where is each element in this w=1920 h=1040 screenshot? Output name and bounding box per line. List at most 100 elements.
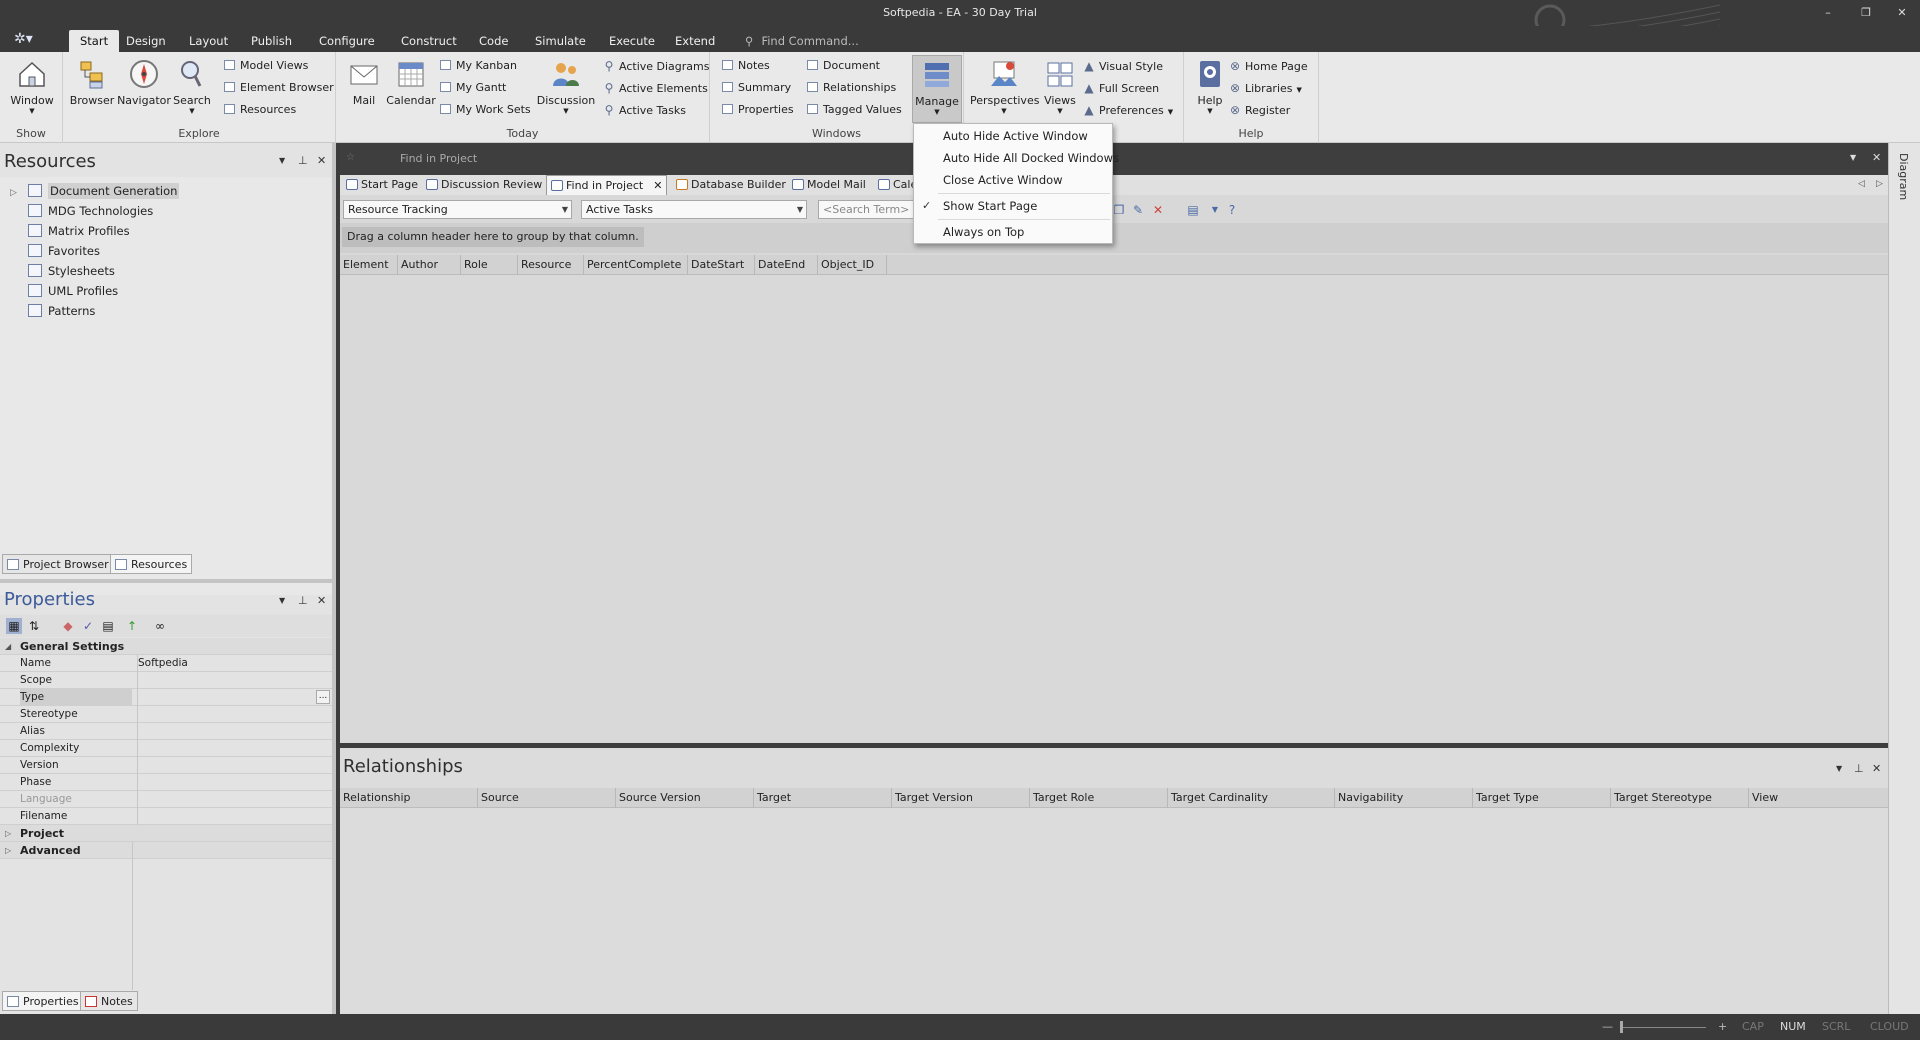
property-row-scope[interactable]: Scope (0, 672, 332, 689)
menu-tab-code[interactable]: Code (468, 30, 519, 52)
search-button[interactable]: Search ▼ (171, 58, 213, 115)
diagram-side-tab[interactable]: Diagram (1897, 153, 1910, 200)
edit-icon[interactable]: ✎ (1130, 202, 1146, 218)
property-value[interactable] (137, 723, 332, 740)
column-header-target[interactable]: Target (754, 788, 892, 808)
summary-button[interactable]: Summary (722, 79, 791, 97)
window-list-icon[interactable]: ☆ (346, 152, 355, 163)
tree-item-uml-profiles[interactable]: UML Profiles (10, 281, 118, 301)
chevron-down-icon[interactable]: ▼ (1207, 202, 1223, 218)
check-icon[interactable]: ✓ (80, 618, 96, 634)
minimize-button[interactable]: – (1816, 4, 1840, 22)
active-diagrams-button[interactable]: ⚲ Active Diagrams (602, 57, 710, 75)
column-header-object-id[interactable]: Object_ID (818, 255, 887, 275)
resources-button[interactable]: Resources (224, 101, 296, 119)
property-row-complexity[interactable]: Complexity (0, 740, 332, 757)
doc-tab-find-in-project[interactable]: Find in Project ✕ (546, 175, 668, 195)
delete-icon[interactable]: ✕ (1150, 202, 1166, 218)
tab-notes[interactable]: Notes (80, 991, 138, 1011)
home-page-button[interactable]: ⊗ Home Page (1228, 57, 1308, 75)
doc-tab-model-mail[interactable]: Model Mail (788, 175, 870, 195)
menu-tab-start[interactable]: Start (69, 30, 120, 52)
tab-close-icon[interactable]: ✕ (653, 179, 662, 192)
doc-tab-start-page[interactable]: Start Page (342, 175, 422, 195)
browser-button[interactable]: Browser (69, 58, 115, 107)
calendar-button[interactable]: Calendar (386, 58, 436, 107)
tagged-values-button[interactable]: Tagged Values (807, 101, 902, 119)
help-button[interactable]: Help ▼ (1192, 58, 1228, 115)
register-button[interactable]: ⊗ Register (1228, 101, 1290, 119)
tree-item-matrix-profiles[interactable]: Matrix Profiles (10, 221, 130, 241)
relationships-button[interactable]: Relationships (807, 79, 896, 97)
property-value[interactable] (137, 689, 332, 706)
panel-options-chevron-icon[interactable]: ▼ (279, 156, 285, 165)
properties-button[interactable]: Properties (722, 101, 794, 119)
search-term-input[interactable]: <Search Term> (818, 200, 928, 219)
tree-item-mdg-technologies[interactable]: MDG Technologies (10, 201, 153, 221)
preferences-button[interactable]: ▲ Preferences ▼ (1082, 101, 1173, 119)
manage-button[interactable]: Manage ▼ (912, 55, 962, 123)
navigator-button[interactable]: Navigator (116, 58, 172, 107)
tab-project-browser[interactable]: Project Browser (2, 554, 114, 574)
property-group-advanced[interactable]: ▷ Advanced (0, 842, 332, 859)
property-row-version[interactable]: Version (0, 757, 332, 774)
tab-scroll-right-icon[interactable]: ▷ (1876, 179, 1883, 189)
element-browser-button[interactable]: Element Browser (224, 79, 334, 97)
property-row-stereotype[interactable]: Stereotype (0, 706, 332, 723)
column-header-date-end[interactable]: DateEnd (755, 255, 818, 275)
zoom-slider-track[interactable] (1622, 1027, 1706, 1028)
column-header-element[interactable]: Element (340, 255, 398, 275)
doc-tab-discussion-review[interactable]: Discussion Review (422, 175, 546, 195)
column-header-resource[interactable]: Resource (518, 255, 584, 275)
column-header-relationship[interactable]: Relationship (340, 788, 478, 808)
property-value[interactable] (137, 672, 332, 689)
visual-style-button[interactable]: ▲ Visual Style (1082, 57, 1163, 75)
property-row-language[interactable]: Language (0, 791, 332, 808)
panel-options-chevron-icon[interactable]: ▼ (279, 596, 285, 605)
tree-item-patterns[interactable]: Patterns (10, 301, 95, 321)
libraries-button[interactable]: ⊗ Libraries ▼ (1228, 79, 1302, 97)
expand-arrow-icon[interactable]: ▷ (5, 842, 11, 859)
property-row-filename[interactable]: Filename (0, 808, 332, 825)
copy-icon[interactable]: ❐ (1111, 202, 1127, 218)
results-grid-body[interactable] (340, 276, 1888, 743)
document-button[interactable]: Document (807, 57, 880, 75)
column-header-source-version[interactable]: Source Version (616, 788, 754, 808)
column-header-role[interactable]: Role (461, 255, 518, 275)
property-value[interactable] (137, 808, 332, 825)
menu-tab-construct[interactable]: Construct (390, 30, 468, 52)
tree-item-stylesheets[interactable]: Stylesheets (10, 261, 115, 281)
column-header-percent-complete[interactable]: PercentComplete (584, 255, 688, 275)
diamond-icon[interactable]: ◆ (60, 618, 76, 634)
menu-tab-layout[interactable]: Layout (178, 30, 239, 52)
menu-item-always-on-top[interactable]: Always on Top (914, 222, 1112, 242)
menu-tab-configure[interactable]: Configure (308, 30, 386, 52)
application-menu-button[interactable]: ✲▾ (14, 30, 44, 48)
zoom-in-button[interactable]: + (1718, 1020, 1727, 1033)
sort-alpha-icon[interactable]: ⇅ (26, 618, 42, 634)
ellipsis-button[interactable]: ... (316, 690, 330, 704)
expand-arrow-icon[interactable]: ▷ (10, 183, 28, 203)
expand-arrow-icon[interactable]: ▷ (5, 825, 11, 842)
my-kanban-button[interactable]: My Kanban (440, 57, 517, 75)
discussion-button[interactable]: Discussion ▼ (536, 58, 596, 115)
find-command-box[interactable]: ⚲ Find Command... (745, 30, 859, 52)
column-header-navigability[interactable]: Navigability (1335, 788, 1473, 808)
categorized-icon[interactable]: ▦ (6, 618, 22, 634)
panel-close-icon[interactable]: ✕ (317, 594, 326, 607)
model-views-button[interactable]: Model Views (224, 57, 308, 75)
property-group-project[interactable]: ▷ Project (0, 825, 332, 842)
column-header-target-cardinality[interactable]: Target Cardinality (1168, 788, 1335, 808)
menu-tab-design[interactable]: Design (115, 30, 177, 52)
tab-scroll-left-icon[interactable]: ◁ (1858, 179, 1865, 189)
tree-item-document-generation[interactable]: ▷ Document Generation (10, 181, 180, 203)
doc-tab-database-builder[interactable]: Database Builder (672, 175, 790, 195)
zoom-out-button[interactable]: — (1602, 1020, 1613, 1033)
column-header-source[interactable]: Source (478, 788, 616, 808)
tab-resources[interactable]: Resources (110, 554, 193, 574)
notes-button[interactable]: Notes (722, 57, 770, 75)
column-header-date-start[interactable]: DateStart (688, 255, 755, 275)
my-work-sets-button[interactable]: My Work Sets (440, 101, 531, 119)
panel-pin-icon[interactable]: ⊥ (1854, 762, 1864, 775)
panel-close-icon[interactable]: ✕ (317, 154, 326, 167)
